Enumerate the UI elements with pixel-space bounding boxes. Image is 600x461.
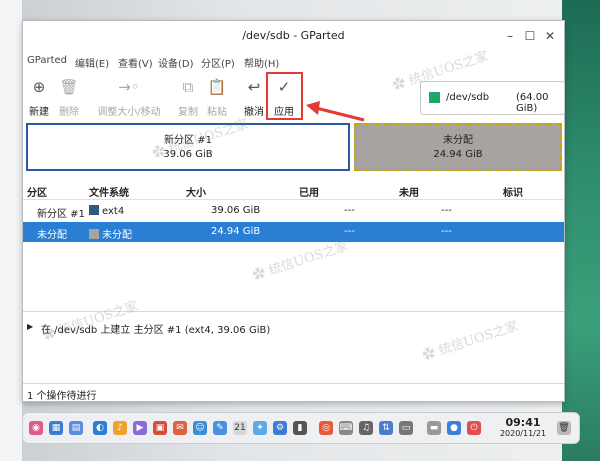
partition-map-size: 24.94 GiB [433, 149, 483, 160]
minimize-button[interactable]: – [501, 27, 519, 45]
clock[interactable]: 09:41 2020/11/21 [495, 416, 551, 438]
cell-unused: --- [441, 226, 452, 237]
cell-size: 24.94 GiB [211, 226, 261, 237]
gparted-icon[interactable]: ◎ [319, 421, 333, 435]
highlight-box [266, 72, 303, 120]
clock-date: 2020/11/21 [499, 429, 547, 438]
battery-icon[interactable]: ▭ [399, 421, 413, 435]
column-partition[interactable]: 分区 [27, 184, 47, 199]
partition-map-unallocated[interactable]: 未分配 24.94 GiB [354, 123, 562, 171]
photos-icon[interactable]: ▣ [153, 421, 167, 435]
delete-button[interactable]: 🗑 删除 [57, 77, 81, 125]
app-store-icon[interactable]: ✦ [253, 421, 267, 435]
settings-icon[interactable]: ⚙ [273, 421, 287, 435]
power-icon[interactable]: ⏻ [467, 421, 481, 435]
new-icon: ⊕ [32, 78, 46, 96]
resize-arrow-icon: →◦ [118, 78, 140, 96]
trash-icon[interactable]: 🗑 [557, 421, 571, 435]
column-flags[interactable]: 标识 [503, 184, 523, 199]
table-row[interactable]: 新分区 #1 ext4 39.06 GiB --- --- [23, 201, 564, 221]
device-size: (64.00 GiB) [516, 92, 549, 114]
paste-icon: 📋 [207, 78, 227, 96]
disk-icon [429, 92, 440, 103]
text-editor-icon[interactable]: ✎ [213, 421, 227, 435]
status-bar: 1 个操作待进行 [23, 385, 564, 402]
volume-icon[interactable]: ♫ [359, 421, 373, 435]
music-icon[interactable]: ♪ [113, 421, 127, 435]
table-header: 分区 文件系统 大小 已用 未用 标识 [23, 181, 564, 200]
partition-map: 新分区 #1 39.06 GiB 未分配 24.94 GiB [26, 123, 562, 173]
resize-move-button[interactable]: →◦ 调整大小/移动 [95, 77, 163, 125]
expand-arrow-icon[interactable]: ▶ [27, 322, 33, 331]
network-icon[interactable]: ⇅ [379, 421, 393, 435]
menu-help[interactable]: 帮助(H) [244, 55, 279, 70]
notification-icon[interactable]: ● [447, 421, 461, 435]
taskbar: ◉ ▦ ▤ ◐ ♪ ▶ ▣ ✉ ☺ ✎ 21 ✦ ⚙ ▮ ◎ ⌨ ♫ ⇅ ▭ ▬… [22, 412, 580, 444]
file-manager-icon[interactable]: ▤ [69, 421, 83, 435]
launcher-icon[interactable]: ◉ [29, 421, 43, 435]
filesystem-color-swatch [89, 205, 99, 215]
menu-edit[interactable]: 编辑(E) [75, 55, 109, 70]
column-size[interactable]: 大小 [186, 184, 206, 199]
trash-icon: 🗑 [59, 78, 79, 96]
status-divider [23, 383, 564, 384]
close-button[interactable]: ✕ [541, 27, 559, 45]
menu-device[interactable]: 设备(D) [158, 55, 194, 70]
cell-used: --- [344, 226, 355, 237]
paste-button[interactable]: 📋 粘贴 [205, 77, 229, 125]
cell-unused: --- [441, 205, 452, 216]
cell-size: 39.06 GiB [211, 205, 261, 216]
desktop-left-strip [0, 0, 22, 461]
menu-view[interactable]: 查看(V) [118, 55, 153, 70]
browser-icon[interactable]: ◐ [93, 421, 107, 435]
cell-partition: 新分区 #1 [37, 209, 85, 220]
window-title: /dev/sdb - GParted [242, 29, 345, 42]
menu-partition[interactable]: 分区(P) [201, 55, 235, 70]
device-path: /dev/sdb [446, 92, 490, 103]
desktop-right-wallpaper [562, 0, 600, 461]
tray-icon[interactable]: ▬ [427, 421, 441, 435]
calendar-icon[interactable]: 21 [233, 421, 247, 435]
column-used[interactable]: 已用 [299, 184, 319, 199]
status-text: 1 个操作待进行 [27, 391, 97, 402]
cell-filesystem: ext4 [89, 205, 124, 217]
video-icon[interactable]: ▶ [133, 421, 147, 435]
column-unused[interactable]: 未用 [399, 184, 419, 199]
undo-icon: ↩ [247, 78, 261, 96]
maximize-button[interactable]: ☐ [521, 27, 539, 45]
mail-icon[interactable]: ✉ [173, 421, 187, 435]
keyboard-icon[interactable]: ⌨ [339, 421, 353, 435]
device-selector[interactable]: /dev/sdb (64.00 GiB) [420, 81, 565, 115]
terminal-icon[interactable]: ▮ [293, 421, 307, 435]
cell-used: --- [344, 205, 355, 216]
annotation-arrow-icon [306, 101, 365, 122]
partition-map-label: 未分配 [443, 135, 473, 146]
new-button[interactable]: ⊕ 新建 [27, 77, 51, 125]
menu-gparted[interactable]: GParted [27, 55, 67, 66]
cell-partition: 未分配 [37, 230, 67, 241]
multitask-icon[interactable]: ▦ [49, 421, 63, 435]
column-filesystem[interactable]: 文件系统 [89, 184, 129, 199]
filesystem-color-swatch [89, 229, 99, 239]
contacts-icon[interactable]: ☺ [193, 421, 207, 435]
copy-icon: ⧉ [182, 78, 194, 96]
copy-button[interactable]: ⧉ 复制 [177, 77, 199, 125]
table-row-selected[interactable]: 未分配 未分配 24.94 GiB --- --- [23, 222, 564, 242]
clock-time: 09:41 [505, 416, 541, 429]
cell-filesystem: 未分配 [89, 226, 132, 241]
